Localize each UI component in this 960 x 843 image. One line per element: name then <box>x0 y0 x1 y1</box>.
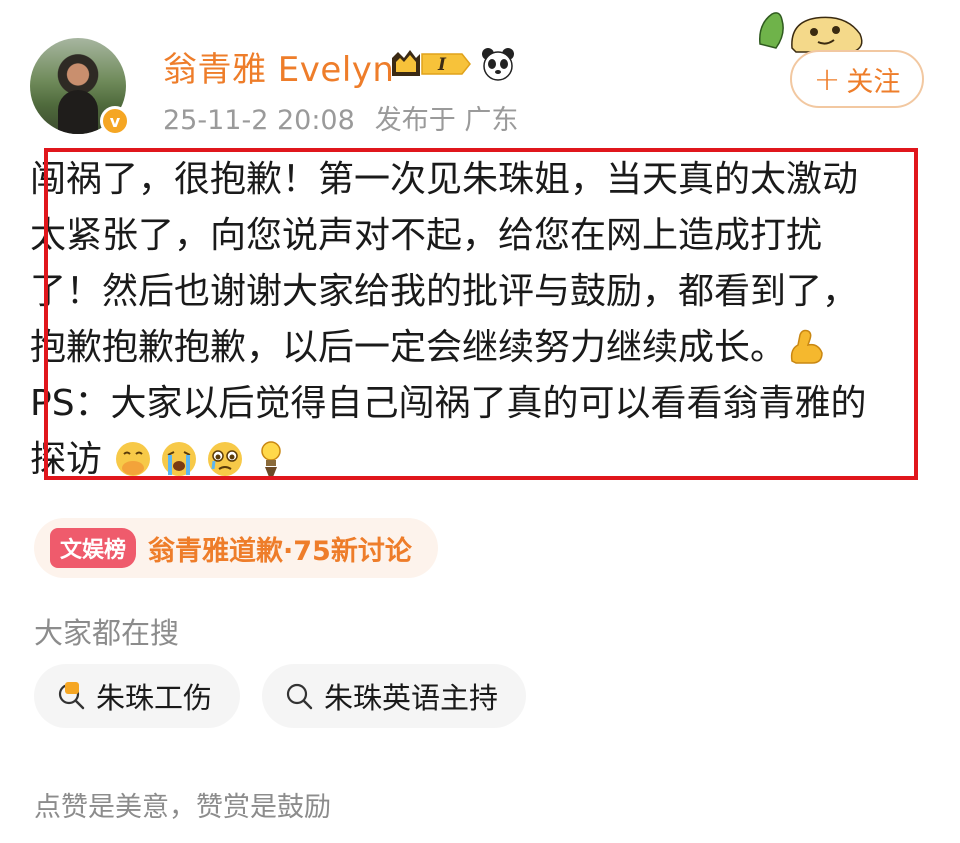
loudly-crying-emoji-icon <box>162 442 197 476</box>
search-section-label: 大家都在搜 <box>34 616 180 650</box>
follow-button-label: 关注 <box>846 66 901 98</box>
topic-text: 翁青雅道歉·75新讨论 <box>148 535 412 567</box>
post-line-4: 抱歉抱歉抱歉，以后一定会继续努力继续成长。 <box>30 320 930 376</box>
cartoon-sticker-icon <box>759 12 863 53</box>
flexed-biceps-emoji-icon <box>790 329 823 364</box>
idea-bulb-emoji-icon <box>261 441 282 477</box>
post-line-1: 闯祸了，很抱歉！第一次见朱珠姐，当天真的太激动 <box>30 159 859 200</box>
post-line-4-text: 抱歉抱歉抱歉，以后一定会继续努力继续成长。 <box>30 327 787 368</box>
level-badge-letter: I <box>437 55 447 75</box>
verified-badge-icon: v <box>100 106 130 136</box>
post-text: 闯祸了，很抱歉！第一次见朱珠姐，当天真的太激动 太紧张了，向您说声对不起，给您在… <box>30 152 930 488</box>
search-chip-1[interactable]: 朱珠工伤 <box>34 664 240 728</box>
search-chip-2[interactable]: 朱珠英语主持 <box>262 664 526 728</box>
hot-search-icon <box>58 682 85 710</box>
search-chip-2-text: 朱珠英语主持 <box>324 681 499 715</box>
post-line-3: 了！然后也谢谢大家给我的批评与鼓励，都看到了， <box>30 271 859 312</box>
post-line-5: PS：大家以后觉得自己闯祸了真的可以看看翁青雅的 <box>30 383 867 424</box>
post-line-6: 探访 <box>30 432 930 488</box>
pleading-tears-emoji-icon <box>208 442 243 476</box>
post-meta: 25-11-2 20:08 发布于 广东 <box>163 98 518 137</box>
hand-over-mouth-emoji-icon <box>116 442 151 476</box>
topic-pill[interactable]: 文娱榜 翁青雅道歉·75新讨论 <box>34 518 438 578</box>
topic-tag: 文娱榜 <box>50 528 137 568</box>
post-line-2: 太紧张了，向您说声对不起，给您在网上造成打扰 <box>30 215 823 256</box>
panda-icon <box>482 48 514 81</box>
reward-footer-text: 点赞是美意，赞赏是鼓励 <box>34 792 331 823</box>
post-location: 发布于 广东 <box>374 105 519 136</box>
post-line-6-text: 探访 <box>30 439 103 480</box>
follow-button[interactable]: + 关注 <box>790 50 924 108</box>
plus-icon: + <box>813 60 841 98</box>
search-chip-1-text: 朱珠工伤 <box>96 681 213 715</box>
post-timestamp: 25-11-2 20:08 <box>163 105 355 136</box>
author-name[interactable]: 翁青雅 Evelyn <box>163 42 394 91</box>
search-icon <box>286 683 313 710</box>
crown-level-badge-icon: I <box>392 50 471 76</box>
